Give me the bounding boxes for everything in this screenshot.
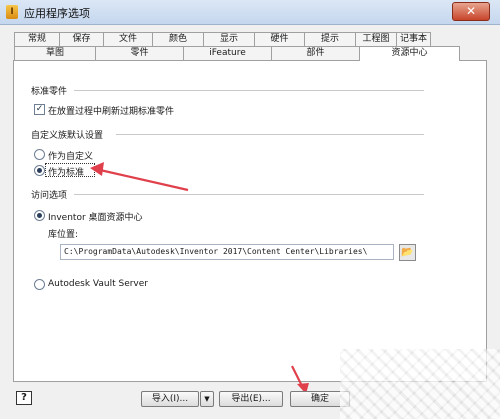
tab-general[interactable]: 常规	[14, 32, 60, 46]
tab-sketch[interactable]: 草图	[14, 46, 96, 60]
tab-row-2: 草图 零件 iFeature 部件 资源中心	[14, 46, 460, 61]
tab-content-center[interactable]: 资源中心	[359, 46, 460, 61]
refresh-std-parts-label: 在放置过程中刷新过期标准零件	[48, 107, 175, 117]
tab-part[interactable]: 零件	[95, 46, 184, 60]
inventor-app-icon: I	[6, 5, 18, 19]
std-parts-divider	[74, 90, 424, 91]
as-standard-radio[interactable]	[34, 165, 45, 176]
title-bar: I 应用程序选项 ✕	[0, 0, 500, 25]
custom-family-divider	[116, 134, 424, 135]
close-button[interactable]: ✕	[452, 2, 490, 21]
tab-notebook[interactable]: 记事本	[396, 32, 431, 46]
tab-hardware[interactable]: 硬件	[254, 32, 305, 46]
folder-browse-icon: 📂	[401, 247, 414, 258]
tab-save[interactable]: 保存	[59, 32, 104, 46]
as-standard-label: 作为标准	[48, 168, 85, 178]
window-title: 应用程序选项	[24, 7, 90, 20]
tab-colors[interactable]: 颜色	[152, 32, 204, 46]
vault-server-radio[interactable]	[34, 279, 45, 290]
access-section-label: 访问选项	[31, 191, 68, 201]
help-button[interactable]: ?	[16, 391, 32, 405]
desktop-content-label: Inventor 桌面资源中心	[48, 213, 143, 223]
browse-folder-button[interactable]: 📂	[399, 244, 416, 261]
tab-display[interactable]: 显示	[203, 32, 255, 46]
export-button[interactable]: 导出(E)...	[219, 391, 283, 407]
custom-family-section-label: 自定义族默认设置	[31, 131, 104, 141]
library-location-label: 库位置:	[48, 230, 79, 240]
import-button[interactable]: 导入(I)...	[141, 391, 199, 407]
content-center-panel: 标准零件 ✓ 在放置过程中刷新过期标准零件 自定义族默认设置 作为自定义 作为标…	[13, 60, 487, 382]
library-path-input[interactable]: C:\ProgramData\Autodesk\Inventor 2017\Co…	[60, 244, 394, 260]
desktop-content-radio[interactable]	[34, 210, 45, 221]
refresh-std-parts-checkbox[interactable]: ✓	[34, 104, 45, 115]
as-custom-label: 作为自定义	[48, 152, 94, 162]
tab-drawing[interactable]: 工程图	[355, 32, 397, 46]
tab-prompts[interactable]: 提示	[304, 32, 356, 46]
watermark-overlay	[340, 349, 500, 419]
tab-assembly[interactable]: 部件	[271, 46, 360, 60]
as-custom-radio[interactable]	[34, 149, 45, 160]
tab-row-1: 常规 保存 文件 颜色 显示 硬件 提示 工程图 记事本	[14, 32, 431, 46]
vault-server-label: Autodesk Vault Server	[48, 279, 148, 289]
import-dropdown-button[interactable]: ▼	[200, 391, 214, 407]
access-divider	[74, 194, 424, 195]
tab-ifeature[interactable]: iFeature	[183, 46, 272, 60]
std-parts-section-label: 标准零件	[31, 87, 68, 97]
tab-file[interactable]: 文件	[103, 32, 153, 46]
